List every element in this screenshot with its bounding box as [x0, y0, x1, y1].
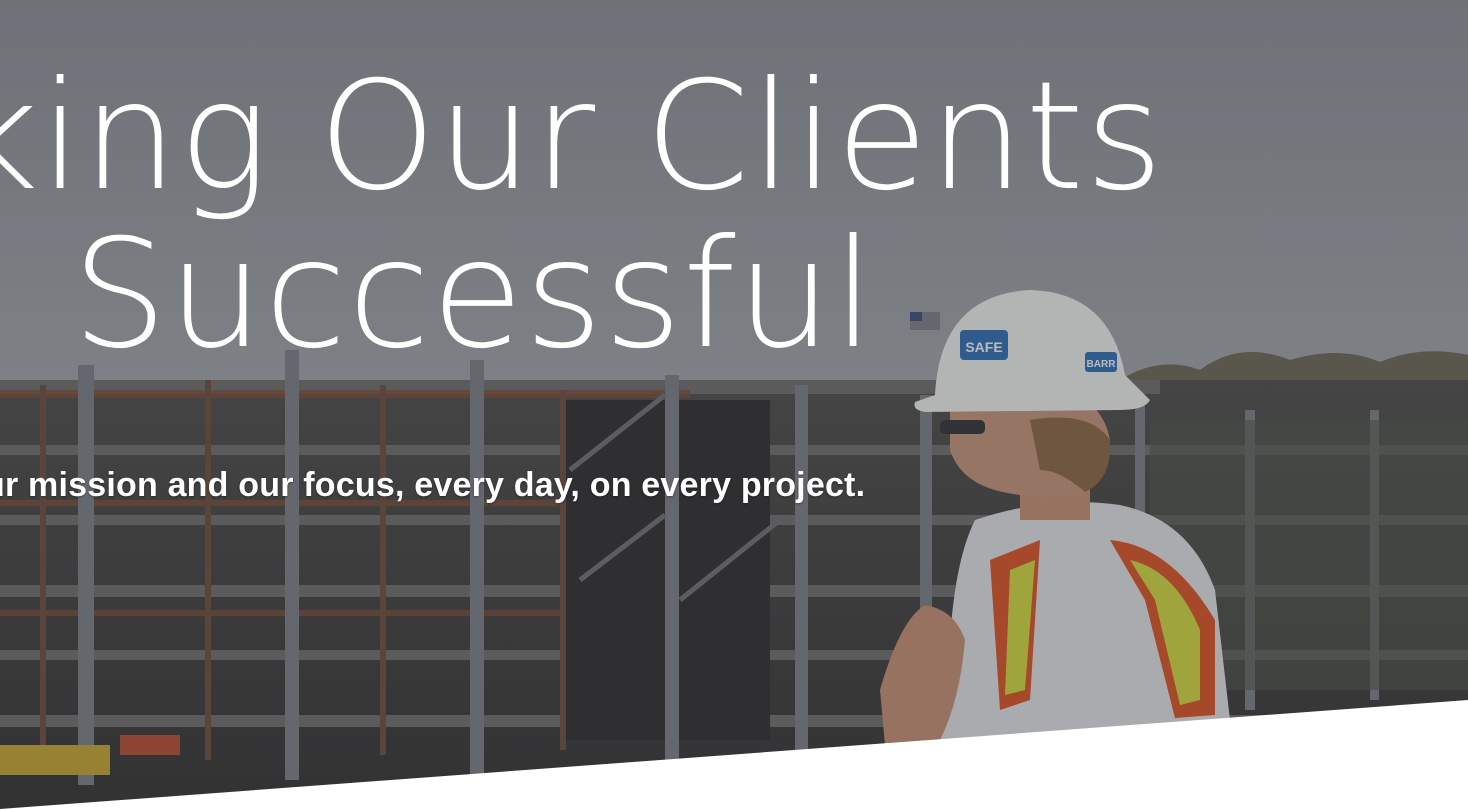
- hero-banner: SAFE BARR king Our Clients Successful ur…: [0, 0, 1468, 809]
- bottom-diagonal-divider: [0, 700, 1468, 809]
